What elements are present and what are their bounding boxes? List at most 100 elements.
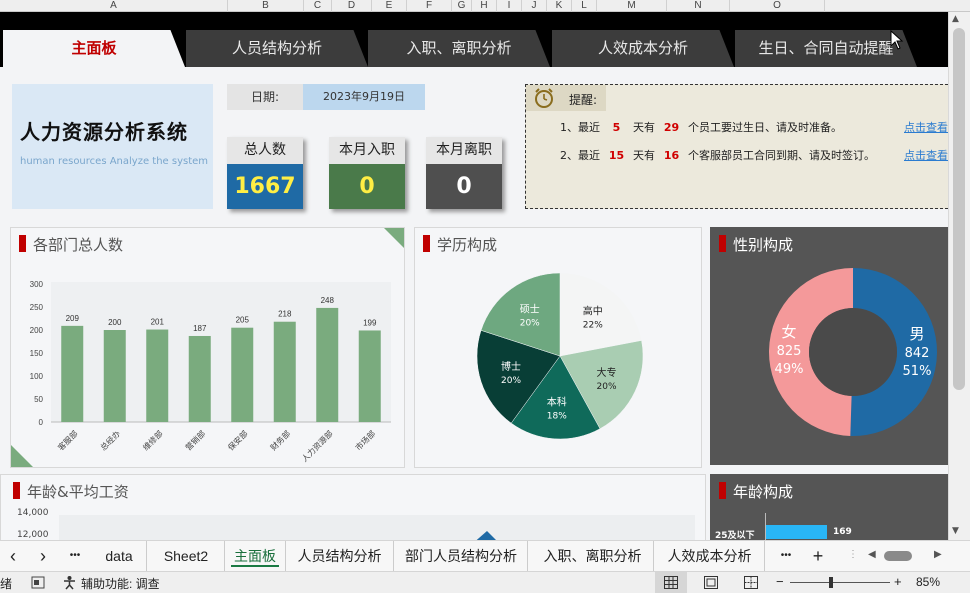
page-break-preview-icon[interactable] bbox=[744, 576, 758, 589]
reminder-mid: 天有 bbox=[633, 149, 655, 162]
column-header-cell[interactable]: M bbox=[597, 0, 667, 12]
x-tick-label: 人力资源部 bbox=[299, 428, 334, 463]
x-tick-label: 财务部 bbox=[268, 428, 292, 452]
plot-area bbox=[51, 282, 391, 422]
more-tabs-icon[interactable]: ••• bbox=[62, 541, 88, 571]
tab-scroll-right-icon[interactable]: › bbox=[32, 541, 54, 571]
view-contract-link[interactable]: 点击查看 bbox=[904, 147, 948, 163]
system-subtitle: human resources Analyze the system bbox=[20, 156, 209, 167]
slice-percent: 20% bbox=[501, 376, 521, 386]
macro-record-icon[interactable] bbox=[31, 576, 45, 589]
kpi-total-headcount: 总人数 1667 bbox=[227, 137, 303, 209]
bar-value-label: 248 bbox=[321, 296, 335, 305]
x-tick-label: 营销部 bbox=[183, 428, 207, 452]
scroll-up-icon[interactable]: ▲ bbox=[952, 14, 959, 24]
dashboard-canvas: 主面板 人员结构分析 入职、离职分析 人效成本分析 生日、合同自动提醒 人力资源分析系统… bbox=[0, 12, 948, 540]
bar-value-label: 200 bbox=[108, 318, 122, 327]
y-tick-label: 0 bbox=[39, 418, 44, 427]
age-salary-panel[interactable]: 年龄&平均工资 14,000 12,000 bbox=[0, 474, 706, 540]
sheet-tab[interactable]: 人员结构分析 bbox=[286, 541, 394, 571]
slice-percent: 51% bbox=[903, 364, 932, 379]
accessibility-icon[interactable] bbox=[62, 575, 77, 590]
hscroll-left-icon[interactable]: ◀ bbox=[868, 549, 876, 560]
column-header-cell[interactable]: O bbox=[730, 0, 825, 12]
education-panel[interactable]: 学历构成 高中 22% 大专 20% 本科 18% 博士 20% 硕士 20% bbox=[414, 227, 702, 468]
column-header-cell[interactable]: J bbox=[522, 0, 547, 12]
column-header-cell[interactable]: L bbox=[572, 0, 597, 12]
x-tick-label: 市场部 bbox=[353, 428, 377, 452]
slice-label: 博士 bbox=[501, 360, 521, 373]
sheet-tab[interactable]: 主面板 bbox=[225, 541, 286, 571]
splitter-icon[interactable]: ⋮ bbox=[848, 549, 858, 560]
age-panel[interactable]: 年龄构成 25及以下 169 bbox=[710, 474, 948, 540]
slice-label: 大专 bbox=[597, 366, 617, 379]
mouse-pointer-icon bbox=[890, 30, 904, 50]
slice-percent: 20% bbox=[520, 318, 540, 328]
slice-percent: 18% bbox=[547, 411, 567, 421]
column-header-cell[interactable]: D bbox=[332, 0, 372, 12]
scroll-thumb[interactable] bbox=[953, 28, 965, 390]
system-title-box: 人力资源分析系统 human resources Analyze the sys… bbox=[12, 84, 213, 209]
zoom-in-button[interactable]: + bbox=[894, 574, 902, 589]
scroll-down-icon[interactable]: ▼ bbox=[952, 526, 959, 536]
status-bar: 绪 辅助功能: 调查 − + 85% bbox=[0, 571, 970, 593]
zoom-level[interactable]: 85% bbox=[916, 575, 940, 589]
x-tick-label: 保安部 bbox=[226, 428, 250, 452]
hscroll-right-icon[interactable]: ▶ bbox=[934, 549, 942, 560]
bar-value-label: 201 bbox=[151, 318, 165, 327]
zoom-out-button[interactable]: − bbox=[776, 574, 784, 589]
column-header-cell[interactable]: H bbox=[472, 0, 497, 12]
kpi-value: 0 bbox=[329, 164, 405, 209]
bar-value-label: 199 bbox=[363, 318, 377, 327]
more-tabs-right-icon[interactable]: ••• bbox=[773, 541, 799, 571]
reminder-days: 15 bbox=[608, 149, 625, 162]
hscroll-thumb[interactable] bbox=[884, 551, 912, 561]
sheet-tabs-bar: ‹ › ••• data Sheet2 主面板 人员结构分析 部门人员结构分析 入职、离职… bbox=[0, 540, 970, 571]
nav-tab[interactable]: 人效成本分析 bbox=[552, 30, 734, 67]
bar-value-label: 169 bbox=[833, 527, 852, 537]
nav-tab[interactable]: 主面板 bbox=[3, 30, 185, 67]
reminder-suffix: 个员工要过生日、请及时准备。 bbox=[688, 121, 842, 134]
age-salary-plot-area bbox=[59, 515, 695, 540]
view-birthday-link[interactable]: 点击查看 bbox=[904, 119, 948, 135]
ready-status: 绪 bbox=[0, 577, 13, 591]
tab-scroll-left-icon[interactable]: ‹ bbox=[2, 541, 24, 571]
bar-value-label: 187 bbox=[193, 324, 207, 333]
slice-label: 硕士 bbox=[520, 302, 540, 315]
accessibility-status[interactable]: 辅助功能: 调查 bbox=[81, 575, 160, 592]
nav-tab[interactable]: 人员结构分析 bbox=[186, 30, 368, 67]
add-sheet-icon[interactable]: + bbox=[806, 541, 830, 571]
zoom-slider-thumb[interactable] bbox=[829, 577, 833, 588]
column-header-cell[interactable]: G bbox=[452, 0, 472, 12]
column-header-cell[interactable]: I bbox=[497, 0, 522, 12]
slice-label: 本科 bbox=[547, 395, 567, 408]
zoom-slider-track[interactable] bbox=[790, 582, 890, 583]
column-header-cell[interactable]: F bbox=[407, 0, 452, 12]
page-layout-icon[interactable] bbox=[704, 576, 718, 589]
bar bbox=[358, 330, 381, 422]
column-header-cell[interactable]: N bbox=[667, 0, 730, 12]
nav-tab[interactable]: 入职、离职分析 bbox=[368, 30, 550, 67]
column-header-cell[interactable]: A bbox=[0, 0, 228, 12]
sheet-tab[interactable]: Sheet2 bbox=[148, 541, 225, 571]
sheet-tab[interactable]: 人效成本分析 bbox=[655, 541, 765, 571]
y-tick-label: 14,000 bbox=[17, 508, 49, 518]
bar bbox=[103, 330, 126, 422]
x-tick-label: 客服部 bbox=[56, 428, 80, 452]
donut-hole bbox=[809, 308, 897, 396]
dept-headcount-panel[interactable]: 各部门总人数 0 50 100 150 200 250 300 209 客服部 200 总经办 201… bbox=[10, 227, 405, 468]
column-header-cell[interactable]: E bbox=[372, 0, 407, 12]
column-header-cell[interactable]: K bbox=[547, 0, 572, 12]
sheet-tab[interactable]: data bbox=[92, 541, 147, 571]
bar bbox=[273, 321, 296, 422]
kpi-new-hires: 本月入职 0 bbox=[329, 137, 405, 209]
gender-panel[interactable]: 性别构成 男 842 51% 女 825 49% bbox=[710, 227, 948, 465]
sheet-tab[interactable]: 部门人员结构分析 bbox=[395, 541, 528, 571]
date-value[interactable]: 2023年9月19日 bbox=[303, 84, 425, 110]
kpi-label: 总人数 bbox=[227, 137, 303, 164]
vertical-scrollbar[interactable]: ▲ ▼ bbox=[948, 12, 970, 540]
column-header: ABCDEFGHIJKLMNO bbox=[0, 0, 970, 12]
column-header-cell[interactable]: B bbox=[228, 0, 304, 12]
sheet-tab[interactable]: 入职、离职分析 bbox=[532, 541, 654, 571]
column-header-cell[interactable]: C bbox=[304, 0, 332, 12]
